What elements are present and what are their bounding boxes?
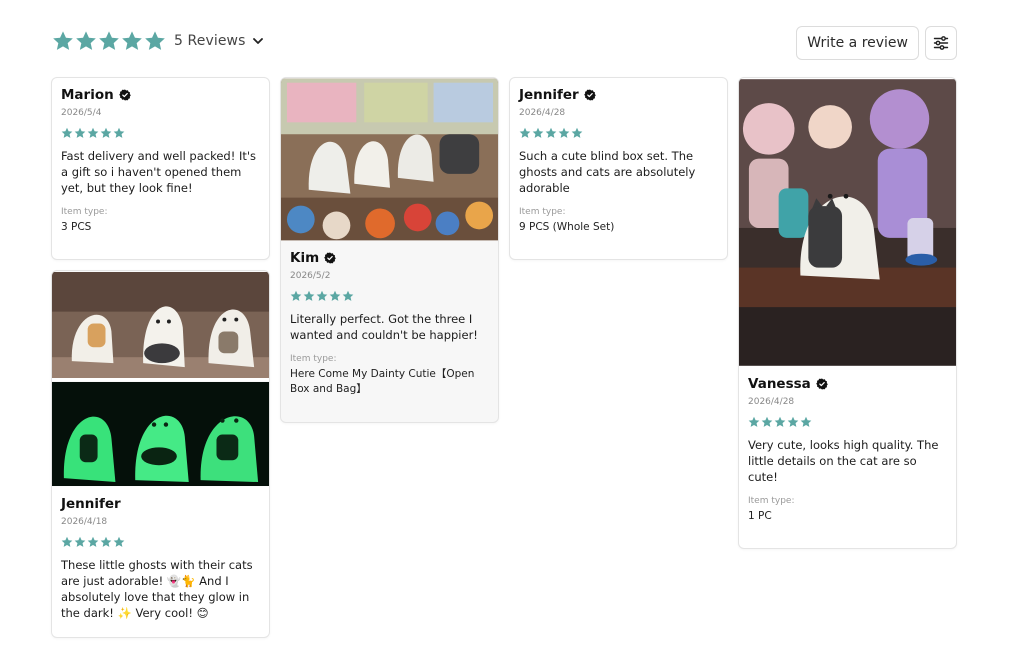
star-icon xyxy=(329,290,341,301)
review-text: Fast delivery and well packed! It's a gi… xyxy=(61,149,257,195)
star-icon xyxy=(532,127,544,138)
reviewer-name: Jennifer xyxy=(61,496,121,512)
star-icon xyxy=(545,127,557,138)
star-icon xyxy=(87,536,99,547)
reviewer-name: Marion xyxy=(61,87,114,103)
item-type-label: Item type: xyxy=(748,496,795,506)
star-icon xyxy=(100,127,112,138)
star-icon xyxy=(122,31,142,50)
review-card[interactable]: Vanessa 2026/4/28 Very cute, looks high … xyxy=(738,77,957,549)
review-rating-stars xyxy=(290,290,489,302)
verified-badge-icon xyxy=(118,89,131,101)
star-icon xyxy=(290,290,302,301)
star-icon xyxy=(800,416,812,427)
star-icon xyxy=(761,416,773,427)
star-icon xyxy=(53,31,73,50)
verified-badge-icon xyxy=(815,378,828,390)
star-icon xyxy=(558,127,570,138)
star-icon xyxy=(774,416,786,427)
reviewer-name: Kim xyxy=(290,250,320,266)
review-rating-stars xyxy=(748,416,947,428)
review-text: Such a cute blind box set. The ghosts an… xyxy=(519,149,696,195)
star-icon xyxy=(87,127,99,138)
item-type-value: 3 PCS xyxy=(61,221,92,233)
review-photo[interactable] xyxy=(281,78,498,241)
review-date: 2026/4/18 xyxy=(61,517,108,527)
review-card[interactable]: Jennifer 2026/4/18 These little ghosts w… xyxy=(51,270,270,638)
item-type-value: 1 PC xyxy=(748,510,772,522)
reviews-count: 5 Reviews xyxy=(174,33,246,49)
star-icon xyxy=(74,127,86,138)
item-type-label: Item type: xyxy=(61,207,108,217)
chevron-down-icon xyxy=(252,38,263,44)
star-icon xyxy=(113,536,125,547)
item-type-value: 9 PCS (Whole Set) xyxy=(519,221,615,233)
star-icon xyxy=(342,290,354,301)
review-text: Literally perfect. Got the three I wante… xyxy=(290,312,478,342)
star-icon xyxy=(145,31,165,50)
sliders-icon xyxy=(933,36,949,50)
star-icon xyxy=(74,536,86,547)
filter-button[interactable] xyxy=(925,26,957,60)
rating-summary[interactable]: 5 Reviews xyxy=(52,30,264,52)
star-icon xyxy=(303,290,315,301)
review-text: Very cute, looks high quality. The littl… xyxy=(748,438,939,484)
review-rating-stars xyxy=(61,127,260,139)
review-card[interactable]: Marion 2026/5/4 Fast delivery and well p… xyxy=(51,77,270,260)
star-icon xyxy=(76,31,96,50)
reviewer-name: Vanessa xyxy=(748,376,811,392)
item-type-label: Item type: xyxy=(519,207,566,217)
star-icon xyxy=(787,416,799,427)
review-card[interactable]: Jennifer 2026/4/28 Such a cute blind box… xyxy=(509,77,728,260)
star-icon xyxy=(61,127,73,138)
star-icon xyxy=(100,536,112,547)
review-rating-stars xyxy=(61,536,260,548)
average-rating-stars xyxy=(52,30,166,52)
star-icon xyxy=(316,290,328,301)
reviewer-name: Jennifer xyxy=(519,87,579,103)
write-review-button[interactable]: Write a review xyxy=(796,26,919,60)
verified-badge-icon xyxy=(583,89,596,101)
review-rating-stars xyxy=(519,127,718,139)
verified-badge-icon xyxy=(324,252,336,264)
star-icon xyxy=(571,127,583,138)
star-icon xyxy=(748,416,760,427)
star-icon xyxy=(99,31,119,50)
review-date: 2026/4/28 xyxy=(748,397,795,407)
item-type-value: Here Come My Dainty Cutie【Open Box and B… xyxy=(290,368,475,395)
reviews-header: 5 Reviews Write a review xyxy=(52,26,957,60)
star-icon xyxy=(113,127,125,138)
star-icon xyxy=(519,127,531,138)
review-date: 2026/4/28 xyxy=(519,108,566,118)
item-type-label: Item type: xyxy=(290,354,337,364)
review-photo[interactable] xyxy=(739,78,956,367)
review-text: These little ghosts with their cats are … xyxy=(61,558,253,620)
star-icon xyxy=(61,536,73,547)
review-photo[interactable] xyxy=(52,271,269,487)
review-date: 2026/5/2 xyxy=(290,271,331,281)
review-card[interactable]: Kim 2026/5/2 Literally perfect. Got the … xyxy=(280,77,499,423)
review-date: 2026/5/4 xyxy=(61,108,102,118)
